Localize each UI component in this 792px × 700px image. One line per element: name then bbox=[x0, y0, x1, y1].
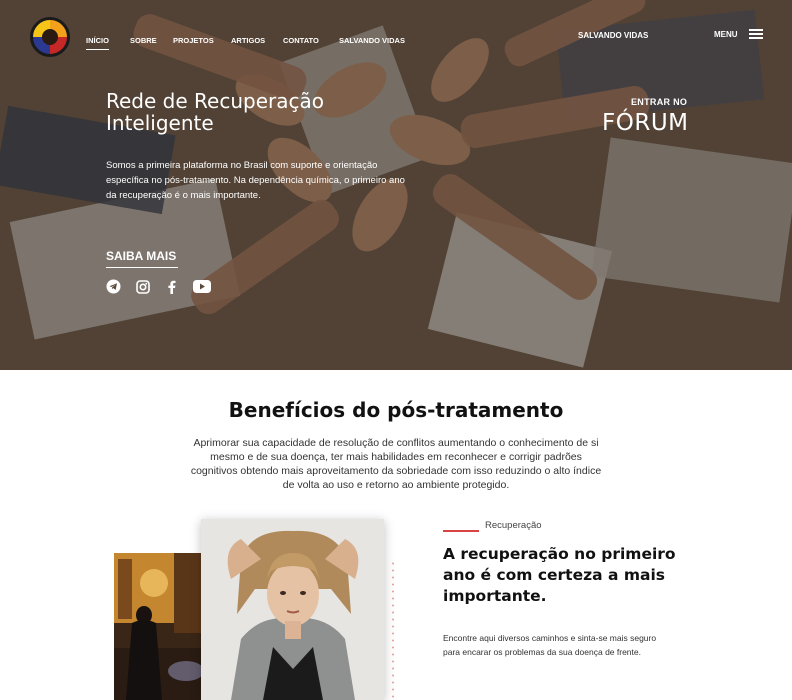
nav-artigos[interactable]: ARTIGOS bbox=[231, 30, 265, 48]
saiba-mais-button[interactable]: SAIBA MAIS bbox=[106, 249, 178, 268]
benefits-description: Aprimorar sua capacidade de resolução de… bbox=[190, 437, 602, 491]
feature-description: Encontre aqui diversos caminhos e sinta-… bbox=[443, 633, 657, 657]
feature-eyebrow: Recuperação bbox=[485, 520, 542, 531]
woman-portrait-photo bbox=[201, 519, 384, 700]
facebook-icon[interactable] bbox=[164, 279, 179, 294]
nav-sobre[interactable]: SOBRE bbox=[130, 30, 157, 48]
forum-kicker[interactable]: ENTRAR NO bbox=[631, 97, 687, 107]
nav-contato[interactable]: CONTATO bbox=[283, 30, 319, 48]
menu-label[interactable]: MENU bbox=[714, 30, 738, 39]
youtube-icon[interactable] bbox=[193, 279, 211, 294]
hamburger-icon[interactable] bbox=[749, 29, 763, 39]
nav-label: SOBRE bbox=[130, 36, 157, 45]
nav-projetos[interactable]: PROJETOS bbox=[173, 30, 214, 48]
nav-salvando-vidas[interactable]: SALVANDO VIDAS bbox=[339, 30, 405, 48]
social-links bbox=[106, 279, 211, 294]
hero-title: Rede de Recuperação Inteligente bbox=[106, 89, 324, 135]
nav-label: SALVANDO VIDAS bbox=[339, 36, 405, 45]
city-walk-photo bbox=[114, 553, 202, 700]
hero-description: Somos a primeira plataforma no Brasil co… bbox=[106, 160, 405, 201]
accent-line bbox=[443, 530, 479, 532]
salvando-vidas-link[interactable]: SALVANDO VIDAS bbox=[578, 31, 648, 40]
nav-label: CONTATO bbox=[283, 36, 319, 45]
nav-inicio[interactable]: INÍCIO bbox=[86, 30, 109, 50]
decorative-dots bbox=[391, 560, 395, 700]
instagram-icon[interactable] bbox=[135, 279, 150, 294]
logo-icon[interactable] bbox=[30, 17, 70, 57]
benefits-title: Benefícios do pós-tratamento bbox=[228, 398, 564, 422]
forum-link[interactable]: FÓRUM bbox=[602, 110, 689, 136]
nav-label: INÍCIO bbox=[86, 36, 109, 50]
telegram-icon[interactable] bbox=[106, 279, 121, 294]
nav-label: PROJETOS bbox=[173, 36, 214, 45]
nav-label: ARTIGOS bbox=[231, 36, 266, 45]
feature-title: A recuperação no primeiro ano é com cert… bbox=[443, 545, 676, 605]
